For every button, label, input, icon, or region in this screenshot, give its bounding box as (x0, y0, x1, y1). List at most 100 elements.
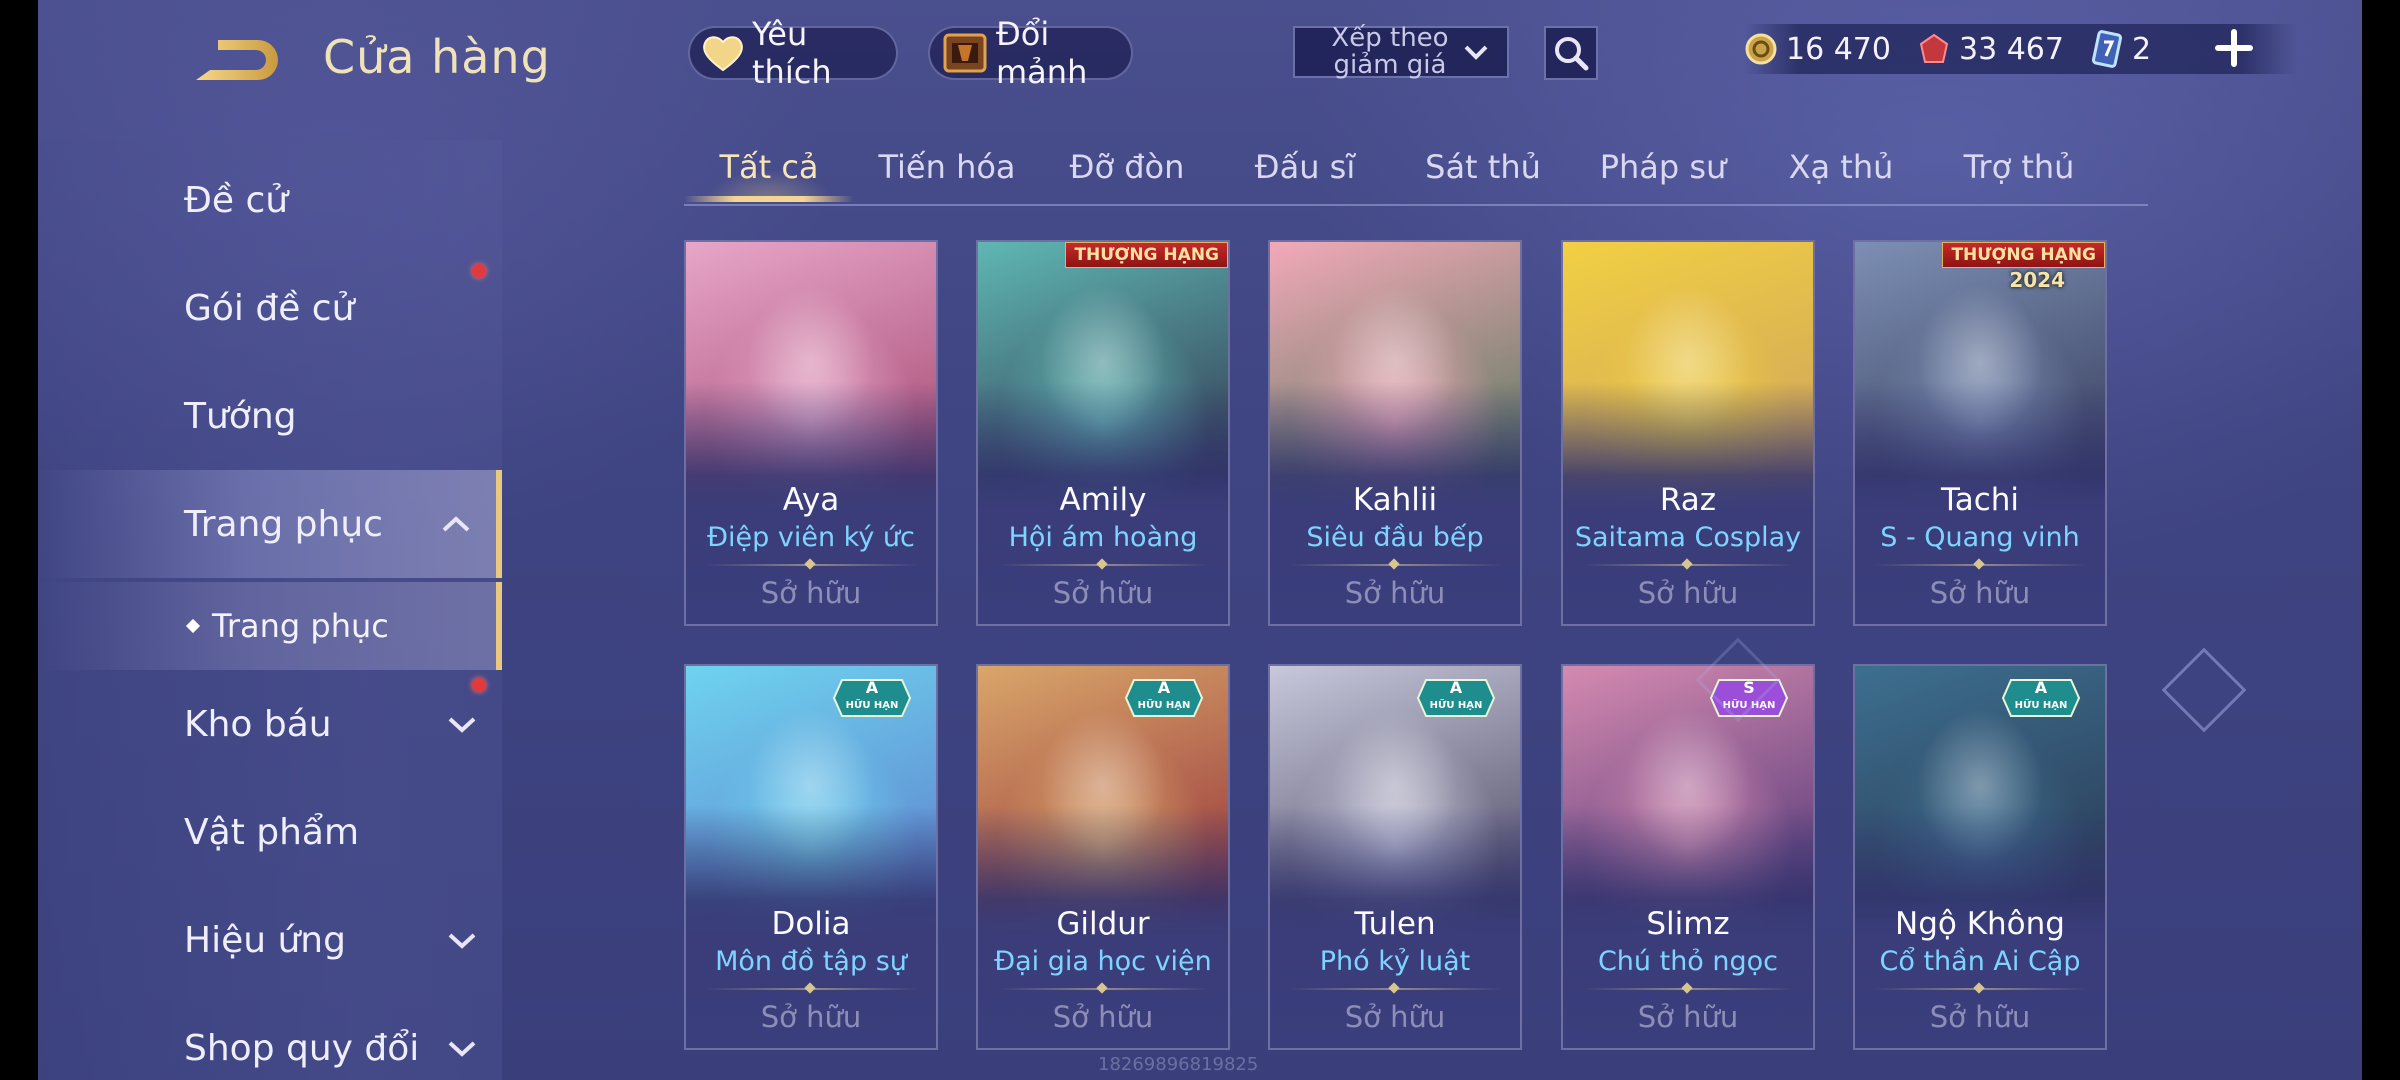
tab-evolution[interactable]: Tiến hóa (862, 148, 1032, 198)
shop-screen: Cửa hàng Yêu thích Đổi mảnh Xếp theo giả… (38, 0, 2362, 1080)
sidebar-item-heroes[interactable]: Tướng (38, 362, 502, 470)
tab-fighter[interactable]: Đấu sĩ (1220, 148, 1390, 198)
tab-support[interactable]: Trợ thủ (1934, 148, 2104, 198)
tab-mage[interactable]: Pháp sư (1578, 148, 1748, 198)
card-divider (1290, 564, 1502, 566)
hero-name: Amily (1059, 482, 1147, 518)
skin-card[interactable]: A HỮU HẠN Tulen Phó kỷ luật Sở hữu (1268, 664, 1522, 1050)
skin-card[interactable]: A HỮU HẠN Ngộ Không Cổ thần Ai Cập Sở hữu (1853, 664, 2107, 1050)
shard-chest-icon (942, 31, 988, 75)
owned-status: Sở hữu (1052, 576, 1154, 610)
category-tabs: Tất cả Tiến hóa Đỡ đòn Đấu sĩ Sát thủ Ph… (684, 140, 2148, 206)
gold-amount: 16 470 (1786, 31, 1891, 67)
notification-dot (472, 264, 486, 278)
back-arrow-icon (196, 40, 278, 80)
hero-name: Raz (1659, 482, 1717, 518)
sidebar-item-recommended[interactable]: Đề cử (38, 146, 502, 254)
owned-status: Sở hữu (1929, 576, 2031, 610)
gold-currency: 16 470 (1744, 32, 1891, 67)
sidebar-subitem-label: Trang phục (212, 607, 389, 645)
gold-coin-icon (1745, 33, 1777, 65)
watermark: 1826989681​9825 (1098, 1054, 1259, 1075)
skin-card[interactable]: S HỮU HẠN Slimz Chú thỏ ngọc Sở hữu (1561, 664, 1815, 1050)
tab-marksman[interactable]: Xạ thủ (1756, 148, 1926, 198)
skin-name: Phó kỷ luật (1319, 946, 1471, 977)
sidebar-item-label: Đề cử (184, 179, 289, 221)
skin-card-amount: 2 (2131, 31, 2152, 67)
skin-grid: Aya Điệp viên ký ức Sở hữu THƯỢNG HẠNG Amily… (684, 240, 2174, 1080)
back-button[interactable] (188, 30, 288, 90)
owned-status: Sở hữu (1344, 1000, 1446, 1034)
tab-all[interactable]: Tất cả (684, 148, 854, 198)
card-divider (998, 988, 1210, 990)
skin-card[interactable]: A HỮU HẠN Dolia Môn đồ tập sự Sở hữu (684, 664, 938, 1050)
sidebar-item-recommended-packs[interactable]: Gói đề cử (38, 254, 502, 362)
diamond-ornament-icon (2161, 647, 2247, 733)
skin-card[interactable]: THƯỢNG HẠNG 2024 Tachi S - Quang vinh Sở hữu (1853, 240, 2107, 626)
chevron-down-icon (448, 933, 476, 949)
skin-name: Môn đồ tập sự (715, 946, 907, 977)
sidebar-item-treasure[interactable]: Kho báu (38, 670, 502, 778)
skin-name: Saitama Cosplay (1574, 522, 1802, 553)
tab-assassin[interactable]: Sát thủ (1398, 148, 1568, 198)
sidebar-item-label: Tướng (184, 395, 297, 437)
skin-name: Hội ám hoàng (1008, 522, 1198, 553)
trade-shards-button[interactable]: Đổi mảnh (928, 15, 1133, 91)
card-divider (1875, 988, 2087, 990)
owned-status: Sở hữu (1052, 1000, 1154, 1034)
owned-status: Sở hữu (760, 1000, 862, 1034)
sidebar-item-label: Shop quy đổi (184, 1027, 420, 1069)
chevron-up-icon (442, 516, 470, 532)
skin-card-currency: 2 (2090, 30, 2151, 68)
hero-name: Tulen (1354, 906, 1436, 942)
skin-card[interactable]: Kahlii Siêu đầu bếp Sở hữu (1268, 240, 1522, 626)
skin-card[interactable]: THƯỢNG HẠNG Amily Hội ám hoàng Sở hữu (976, 240, 1230, 626)
skin-card[interactable]: Raz Saitama Cosplay Sở hữu (1561, 240, 1815, 626)
skin-name: Đại gia học viện (994, 946, 1212, 977)
tier-label: HỮU HẠN (2014, 700, 2068, 711)
sidebar-subitem-skins[interactable]: Trang phục (38, 582, 502, 670)
chevron-down-icon (1464, 45, 1488, 60)
owned-status: Sở hữu (1344, 576, 1446, 610)
hero-name: Tachi (1940, 482, 2020, 518)
skin-name: Siêu đầu bếp (1306, 522, 1484, 553)
trade-label: Đổi mảnh (996, 15, 1088, 91)
favorites-button[interactable]: Yêu thích (688, 15, 898, 91)
owned-status: Sở hữu (1637, 576, 1739, 610)
tier-badge: A HỮU HẠN (1124, 676, 1204, 720)
search-icon (1555, 37, 1589, 71)
red-gem-icon (1919, 33, 1949, 63)
tier-letter: A (2034, 678, 2048, 697)
card-divider (706, 564, 918, 566)
tier-label: HỮU HẠN (1429, 700, 1483, 711)
tier-letter: A (1157, 678, 1171, 697)
premium-ribbon: THƯỢNG HẠNG (1065, 242, 1228, 268)
chevron-down-icon (448, 1041, 476, 1057)
hero-name: Kahlii (1352, 482, 1438, 518)
add-currency-button[interactable] (2214, 28, 2254, 68)
sort-selected-value: Xếp theo giảm giá (1331, 23, 1449, 80)
card-divider (1290, 988, 1502, 990)
sidebar-item-skins[interactable]: Trang phục (38, 470, 502, 578)
sidebar-item-label: Gói đề cử (184, 287, 355, 329)
skin-card[interactable]: Aya Điệp viên ký ức Sở hữu (684, 240, 938, 626)
sidebar-item-label: Kho báu (184, 703, 332, 745)
sidebar-item-items[interactable]: Vật phẩm (38, 778, 502, 886)
favorites-label: Yêu thích (752, 15, 832, 91)
plus-icon (2215, 29, 2253, 67)
active-tab-indicator (684, 196, 854, 202)
tab-tank[interactable]: Đỡ đòn (1042, 148, 1212, 198)
card-divider (1583, 988, 1795, 990)
search-button[interactable] (1544, 26, 1598, 80)
sidebar-item-effects[interactable]: Hiệu ứng (38, 886, 502, 994)
sort-dropdown[interactable]: Xếp theo giảm giá (1293, 23, 1509, 80)
tier-badge: A HỮU HẠN (2001, 676, 2081, 720)
sidebar-item-exchange-shop[interactable]: Shop quy đổi (38, 994, 502, 1080)
sidebar-item-label: Trang phục (184, 503, 383, 545)
hero-name: Aya (782, 482, 840, 518)
premium-ribbon-year: 2024 (2009, 268, 2065, 292)
chevron-down-icon (448, 717, 476, 733)
skin-card[interactable]: A HỮU HẠN Gildur Đại gia học viện Sở hữu (976, 664, 1230, 1050)
skin-name: Chú thỏ ngọc (1597, 946, 1779, 977)
skin-name: S - Quang vinh (1880, 522, 2080, 553)
